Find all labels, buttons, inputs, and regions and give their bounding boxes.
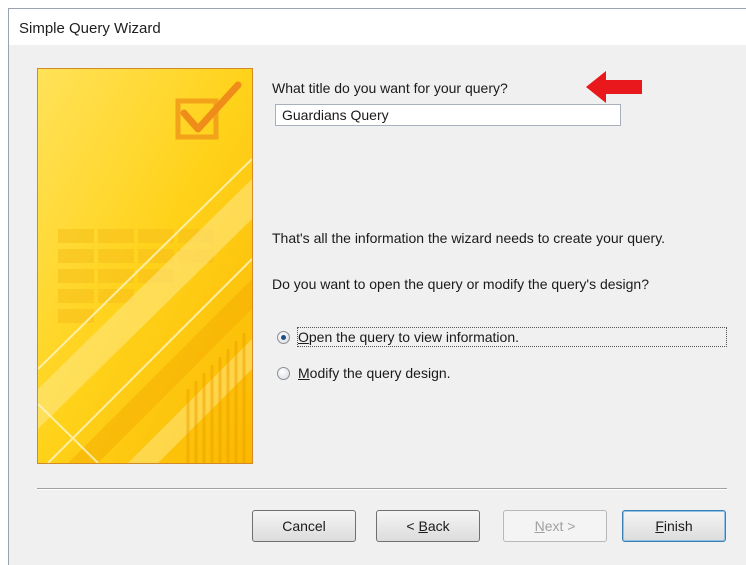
wizard-dialog: Simple Query Wizard What title do you wa… [8, 8, 746, 565]
info-text-complete: That's all the information the wizard ne… [272, 230, 666, 246]
window-title: Simple Query Wizard [19, 20, 161, 37]
radio-open-query[interactable]: Open the query to view information. [277, 327, 519, 347]
info-text-question: Do you want to open the query or modify … [272, 276, 650, 292]
wizard-content: What title do you want for your query? T… [9, 45, 746, 565]
cancel-button[interactable]: Cancel [252, 510, 356, 542]
finish-button[interactable]: Finish [622, 510, 726, 542]
wizard-graphic [38, 69, 252, 463]
radio-button-unchecked[interactable] [277, 366, 290, 380]
radio-open-query-label[interactable]: Open the query to view information. [298, 329, 519, 345]
wizard-illustration [37, 68, 253, 464]
next-button[interactable]: Next > [503, 510, 607, 542]
title-bar: Simple Query Wizard [9, 9, 746, 45]
separator-line [37, 488, 727, 490]
radio-modify-design[interactable]: Modify the query design. [277, 363, 451, 383]
radio-button-checked[interactable] [277, 330, 290, 344]
radio-modify-design-label[interactable]: Modify the query design. [298, 365, 451, 381]
query-title-input[interactable] [275, 104, 621, 126]
back-button[interactable]: < Back [376, 510, 480, 542]
title-prompt: What title do you want for your query? [272, 80, 508, 96]
red-arrow-icon [586, 71, 642, 103]
